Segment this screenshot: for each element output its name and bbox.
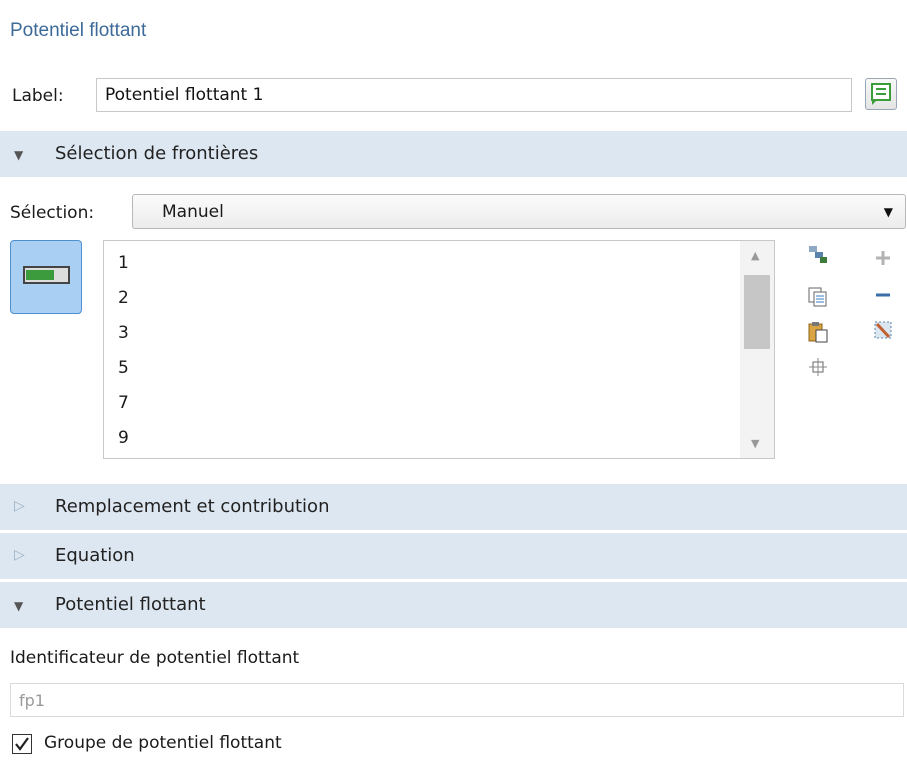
- group-checkbox[interactable]: [12, 734, 32, 754]
- scroll-down-icon[interactable]: ▼: [751, 437, 759, 450]
- section-floating-potential[interactable]: ▼ Potentiel flottant: [0, 582, 907, 628]
- chevron-down-icon: ▼: [14, 599, 24, 613]
- list-item[interactable]: 1: [118, 251, 129, 286]
- dropdown-arrow-icon: ▼: [883, 205, 893, 219]
- list-item[interactable]: 3: [118, 321, 129, 356]
- paste-selection-button[interactable]: [805, 243, 831, 267]
- clear-selection-icon: [874, 321, 892, 339]
- section-title: Potentiel flottant: [55, 594, 206, 615]
- chevron-right-icon: ▷: [14, 498, 25, 514]
- selection-label: Sélection:: [10, 203, 95, 223]
- section-title: Remplacement et contribution: [55, 496, 330, 517]
- selection-dropdown[interactable]: Manuel ▼: [132, 194, 906, 229]
- chevron-down-icon: ▼: [14, 148, 24, 162]
- section-boundary-selection[interactable]: ▼ Sélection de frontières: [0, 131, 907, 177]
- remove-icon: [876, 293, 890, 297]
- copy-button[interactable]: [805, 285, 831, 309]
- label-input[interactable]: [96, 78, 852, 112]
- activate-selection-toggle[interactable]: [10, 240, 82, 314]
- paste-icon: [808, 322, 828, 343]
- add-button[interactable]: [870, 246, 896, 270]
- selection-list[interactable]: 1 2 3 5 7 9 ▲ ▼: [103, 240, 775, 459]
- section-equation[interactable]: ▷ Equation: [0, 533, 907, 579]
- identifier-label: Identificateur de potentiel flottant: [10, 648, 300, 668]
- remove-button[interactable]: [870, 283, 896, 307]
- list-scrollbar[interactable]: ▲ ▼: [740, 241, 774, 458]
- rename-icon: [871, 83, 891, 105]
- section-title: Sélection de frontières: [55, 143, 259, 164]
- panel-title: Potentiel flottant: [10, 20, 147, 41]
- paste-selection-icon: [809, 246, 827, 263]
- label-row: Label:: [12, 78, 906, 112]
- group-checkbox-label: Groupe de potentiel flottant: [44, 733, 282, 753]
- chevron-right-icon: ▷: [14, 547, 25, 563]
- selection-mode-value: Manuel: [162, 202, 224, 222]
- checkmark-icon: [15, 737, 29, 751]
- paste-button[interactable]: [805, 320, 831, 344]
- list-item[interactable]: 2: [118, 286, 129, 321]
- identifier-field[interactable]: fp1: [10, 683, 904, 717]
- toggle-switch-icon: [23, 266, 70, 284]
- section-override-contribution[interactable]: ▷ Remplacement et contribution: [0, 484, 907, 530]
- rename-button[interactable]: [865, 78, 897, 110]
- section-title: Equation: [55, 545, 135, 566]
- add-icon: [876, 251, 890, 265]
- zoom-selected-icon: [809, 358, 827, 376]
- clear-selection-button[interactable]: [870, 318, 896, 342]
- list-item[interactable]: 9: [118, 426, 129, 461]
- copy-icon: [808, 287, 827, 307]
- list-item[interactable]: 7: [118, 391, 129, 426]
- scrollbar-thumb[interactable]: [744, 275, 770, 349]
- label-caption: Label:: [12, 86, 64, 106]
- zoom-selected-button[interactable]: [805, 355, 831, 379]
- list-item[interactable]: 5: [118, 356, 129, 391]
- scroll-up-icon[interactable]: ▲: [751, 249, 759, 262]
